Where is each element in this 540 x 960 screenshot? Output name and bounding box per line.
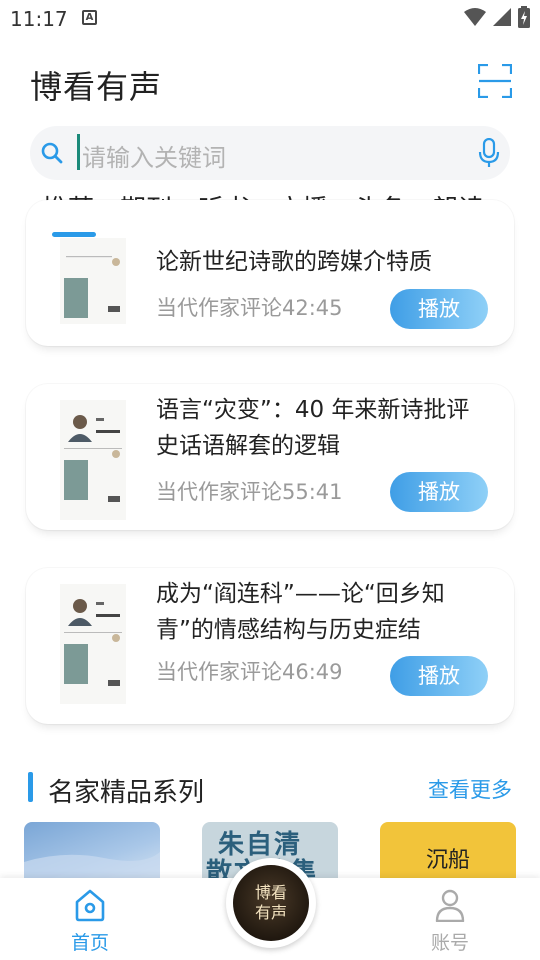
home-icon [75,889,105,922]
sky-image [24,852,160,882]
play-button[interactable]: 播放 [390,289,488,329]
episode-title: 论新世纪诗歌的跨媒介特质 [156,249,432,275]
list-item[interactable]: 语言“灾变”：40 年来新诗批评史话语解套的逻辑 当代作家评论55:41 播放 [26,384,514,530]
search-input[interactable]: 请输入关键词 [82,138,226,173]
nav-home-label: 首页 [70,932,109,954]
series-thumbnail[interactable]: 沉船 [380,822,516,882]
play-button[interactable]: 播放 [390,472,488,512]
section-title: 名家精品系列 [48,778,205,808]
page-title: 博看有声 [30,68,163,106]
episode-title: 语言“灾变”：40 年来新诗批评史话语解套的逻辑 [156,397,470,459]
tab-indicator [52,232,96,237]
nav-account[interactable]: 账号 [410,888,490,955]
nav-home[interactable]: 首页 [50,888,130,955]
episode-source: 当代作家评论 [156,480,282,504]
signal-icon [493,8,511,26]
episode-source: 当代作家评论 [156,660,282,684]
player-logo-line2: 有声 [254,903,287,922]
magazine-cover-image [60,238,126,324]
episode-title: 成为“阎连科”——论“回乡知青”的情感结构与历史症结 [156,581,445,643]
magazine-cover-image [60,400,126,520]
nav-account-label: 账号 [430,932,469,954]
episode-source: 当代作家评论 [156,296,282,320]
search-icon [41,142,63,164]
text-cursor [77,134,80,170]
status-time: 11:17 [10,7,68,31]
notification-a-icon: A [82,10,97,25]
episode-duration: 42:45 [282,296,343,320]
series-thumbnail[interactable] [24,822,160,882]
episode-duration: 46:49 [282,660,343,684]
status-icons [464,6,530,28]
wifi-icon [464,8,486,26]
episode-meta: 当代作家评论42:45 [156,292,343,322]
player-cover-image: 博看 有声 [233,865,309,941]
magazine-cover-image [60,584,126,704]
user-icon [435,889,465,922]
list-item[interactable]: 成为“阎连科”——论“回乡知青”的情感结构与历史症结 当代作家评论46:49 播… [26,568,514,724]
scan-icon[interactable] [478,64,512,98]
episode-meta: 当代作家评论46:49 [156,656,343,686]
battery-icon [518,6,530,28]
player-button[interactable]: 博看 有声 [226,858,316,948]
player-logo-line1: 博看 [254,883,287,902]
search-bar[interactable]: 请输入关键词 [30,126,510,180]
status-bar: 11:17 A [0,0,540,36]
list-item[interactable]: 论新世纪诗歌的跨媒介特质 当代作家评论42:45 播放 [26,200,514,346]
thumbnail-title: 沉船 [426,848,471,873]
episode-meta: 当代作家评论55:41 [156,476,343,506]
mic-icon[interactable] [478,138,500,168]
play-button[interactable]: 播放 [390,656,488,696]
episode-duration: 55:41 [282,480,343,504]
section-accent-bar [28,772,33,802]
see-more-link[interactable]: 查看更多 [428,774,512,804]
